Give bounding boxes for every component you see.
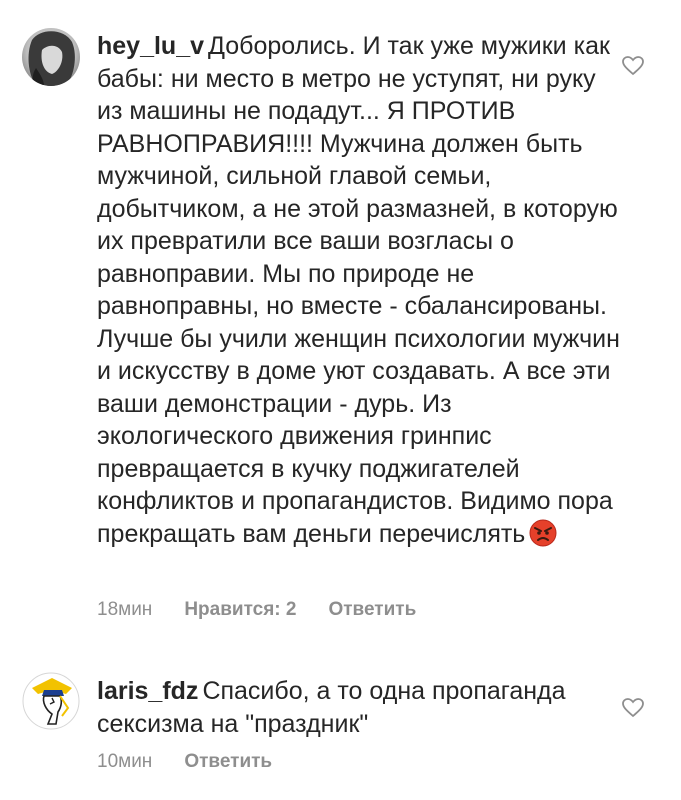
reply-button[interactable]: Ответить: [328, 599, 416, 621]
comment-2: laris_fdz Спасибо, а то одна пропаганда с…: [0, 650, 681, 800]
reply-button[interactable]: Ответить: [184, 751, 272, 773]
comment-meta: 18мин Нравится: 2 Ответить: [97, 599, 416, 621]
comment-body: Доборолись. И так уже мужики как бабы: н…: [97, 32, 620, 548]
comment-username[interactable]: laris_fdz: [97, 677, 198, 705]
comment-1: hey_lu_v Доборолись. И так уже мужики как…: [0, 0, 681, 640]
likes-count-button[interactable]: Нравится: 2: [184, 599, 296, 621]
avatar[interactable]: [22, 672, 80, 730]
avatar[interactable]: [22, 28, 80, 86]
comment-username[interactable]: hey_lu_v: [97, 32, 204, 60]
comment-meta: 10мин Ответить: [97, 751, 272, 773]
comment-time: 10мин: [97, 751, 153, 772]
comment-text: hey_lu_v Доборолись. И так уже мужики как…: [97, 30, 622, 550]
comment-time: 18мин: [97, 599, 153, 620]
heart-outline-icon[interactable]: [622, 698, 644, 718]
comment-text: laris_fdz Спасибо, а то одна пропаганда с…: [97, 675, 587, 740]
angry-face-icon: [529, 519, 557, 547]
heart-outline-icon[interactable]: [622, 56, 644, 76]
